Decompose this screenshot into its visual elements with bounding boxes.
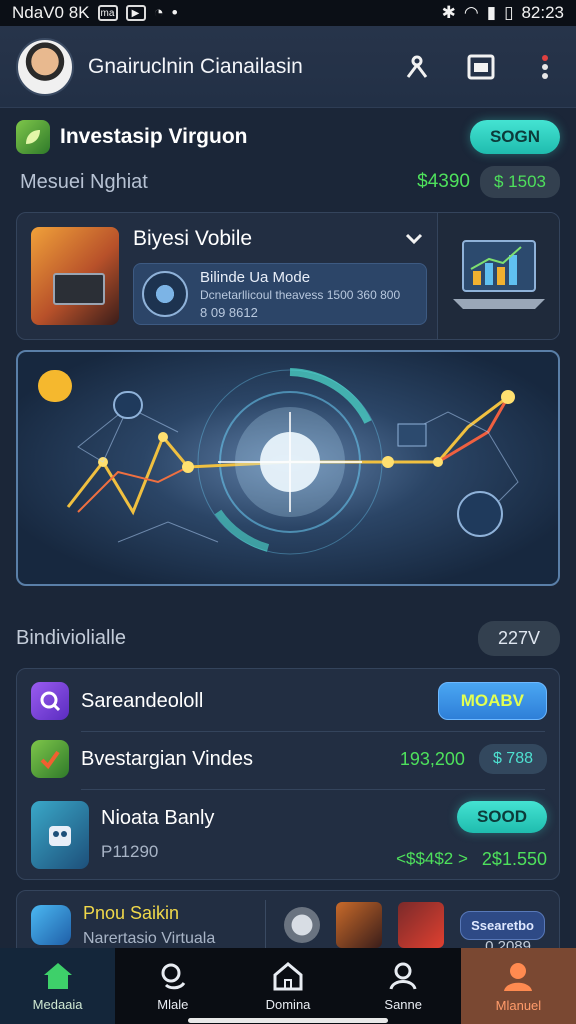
summary-value: $4390	[417, 171, 470, 192]
list-item-button[interactable]: MOABV	[437, 682, 547, 720]
status-left-text: NdaV0 8K	[12, 3, 90, 22]
robot-icon	[31, 801, 89, 869]
nav-item-domain[interactable]: Domina	[230, 948, 345, 1024]
chart-thumbnail	[398, 902, 445, 948]
share-icon[interactable]	[402, 52, 432, 82]
summary-row: Mesuei Nghiat $4390 $ 1503	[20, 164, 560, 200]
promo-title: Pnou Saikin	[83, 902, 180, 923]
dot-icon: •	[171, 3, 178, 22]
checkmark-icon	[31, 740, 69, 778]
nav-label: Sanne	[384, 996, 422, 1012]
promo-button[interactable]: Ssearetbo	[460, 910, 545, 940]
leaf-icon	[16, 120, 50, 154]
sync-icon: ◔	[153, 3, 164, 22]
list-item-title: Bvestargian Vindes	[81, 747, 253, 770]
feature-inner-panel[interactable]: Bilinde Ua Mode Dcnetarllicoul theavess …	[133, 263, 427, 325]
signal-icon: ▮	[486, 3, 497, 22]
list-item-value: <$$4$2 >	[396, 849, 468, 868]
avatar[interactable]	[16, 37, 74, 96]
list-item[interactable]: Nioata Banly P11290 SOOD <$$4$2 > 2$1.55…	[17, 797, 561, 873]
bottom-nav: Medaaia Mlale Domina Sanne Mlanuel	[0, 948, 576, 1024]
coin-icon	[31, 905, 71, 945]
laptop-chart-illustration	[437, 213, 559, 339]
promo-subtitle: Narertasio Virtuala	[83, 929, 216, 947]
list-card: Sareandeololl MOABV Bvestargian Vindes 1…	[16, 668, 560, 880]
sign-button[interactable]: SOGN	[469, 120, 560, 154]
list-item[interactable]: Sareandeololl MOABV	[17, 681, 561, 721]
bluetooth-icon: ✱	[441, 3, 456, 22]
summary-label: Mesuei Nghiat	[20, 170, 148, 193]
home-icon	[43, 962, 72, 989]
nav-item-menu[interactable]: Mlanuel	[460, 948, 576, 1024]
feature-card[interactable]: Biyesi Vobile Bilinde Ua Mode Dcnetarlli…	[16, 212, 560, 340]
inner-title: Bilinde Ua Mode	[200, 268, 311, 286]
list-section-badge[interactable]: 227V	[477, 620, 560, 656]
list-item-subvalue: P11290	[101, 842, 159, 861]
list-section-header: Bindiviolialle 227V	[16, 618, 560, 658]
image-icon: ▶	[125, 5, 146, 21]
list-item-badge: $ 788	[478, 744, 547, 774]
divider	[81, 789, 545, 790]
list-section-title: Bindiviolialle	[16, 626, 127, 649]
user-filled-icon	[504, 962, 533, 991]
chevron-down-icon[interactable]	[405, 227, 423, 251]
nav-label: Medaaia	[32, 996, 83, 1012]
list-item[interactable]: Bvestargian Vindes 193,200 $ 788	[17, 739, 561, 779]
nav-item-profile[interactable]: Sanne	[346, 948, 461, 1024]
section-title: Investasip Virguon	[60, 125, 248, 148]
divider	[81, 731, 545, 732]
divider	[265, 900, 267, 950]
list-item-title: Nioata Banly	[101, 807, 215, 829]
search-icon	[161, 963, 186, 989]
nav-item-home[interactable]: Medaaia	[0, 948, 116, 1024]
app-header: Gnairuclnin Cianailasin	[0, 26, 576, 108]
inner-subtitle: Dcnetarllicoul theavess 1500 360 800	[200, 287, 401, 302]
user-icon	[389, 962, 417, 990]
coin-icon	[284, 907, 321, 943]
nav-label: Domina	[265, 996, 311, 1012]
nav-label: Mlanuel	[495, 997, 542, 1013]
list-item-button[interactable]: SOOD	[456, 801, 547, 833]
status-bar: NdaV0 8K ma ▶ ◔ • ✱ ◠ ▮ ▯ 82:23	[0, 0, 576, 26]
nav-item-search[interactable]: Mlale	[115, 948, 230, 1024]
summary-change-badge: $ 1503	[480, 166, 560, 198]
house-outline-icon	[273, 961, 303, 990]
wifi-icon: ◠	[463, 3, 479, 22]
nav-label: Mlale	[157, 996, 189, 1012]
app-title: Gnairuclnin Cianailasin	[88, 54, 303, 78]
hero-network-illustration	[16, 350, 560, 586]
status-time: 82:23	[521, 3, 564, 22]
inner-value: 8 09 8612	[200, 304, 258, 320]
list-item-value: 193,200	[399, 748, 465, 769]
person-thumbnail	[336, 902, 383, 948]
feature-title: Biyesi Vobile	[133, 227, 253, 250]
search-icon	[31, 682, 69, 720]
more-icon[interactable]	[530, 52, 560, 82]
investment-section-header: Investasip Virguon SOGN	[16, 116, 560, 158]
calendar-icon[interactable]	[466, 52, 496, 82]
home-indicator[interactable]	[188, 1018, 388, 1023]
list-item-title: Sareandeololl	[81, 689, 204, 712]
hand-coin-icon	[142, 271, 188, 317]
notification-icon: ma	[97, 5, 118, 21]
battery-icon: ▯	[504, 3, 514, 22]
feature-thumbnail	[31, 227, 119, 325]
list-item-badge: 2$1.550	[481, 849, 547, 869]
